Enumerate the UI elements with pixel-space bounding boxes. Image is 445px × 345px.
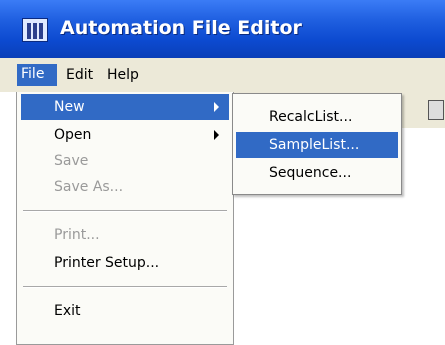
title-bar: Automation File Editor <box>0 0 445 58</box>
menu-item-new[interactable]: New <box>21 94 229 120</box>
menu-item-label: Print... <box>54 227 100 243</box>
menu-item-label: Open <box>54 127 92 143</box>
submenu-item-sequence[interactable]: Sequence... <box>236 160 398 186</box>
menu-item-label: Exit <box>54 303 81 319</box>
menu-item-label: Printer Setup... <box>54 255 160 271</box>
menu-help[interactable]: Help <box>107 65 139 85</box>
menu-item-exit[interactable]: Exit <box>21 298 229 324</box>
submenu-arrow-icon <box>214 130 219 140</box>
window-title: Automation File Editor <box>60 17 302 39</box>
menu-item-label: SampleList... <box>269 137 360 153</box>
menu-item-label: Save <box>54 153 89 169</box>
menu-item-save[interactable]: Save <box>21 148 229 174</box>
menu-item-label: RecalcList... <box>269 109 353 125</box>
menu-item-label: Sequence... <box>269 165 352 181</box>
menu-item-open[interactable]: Open <box>21 122 229 148</box>
toolbar-button[interactable] <box>428 100 444 120</box>
menu-file[interactable]: File <box>17 64 57 86</box>
submenu-item-recalclist[interactable]: RecalcList... <box>236 104 398 130</box>
menu-item-label: New <box>54 99 85 115</box>
menu-separator <box>23 210 227 212</box>
submenu-arrow-icon <box>214 102 219 112</box>
file-dropdown-menu: New Open Save Save As... Print... Printe… <box>16 92 234 345</box>
menu-separator <box>23 286 227 288</box>
menu-item-save-as[interactable]: Save As... <box>21 174 229 200</box>
submenu-item-samplelist[interactable]: SampleList... <box>236 132 398 158</box>
menu-item-print[interactable]: Print... <box>21 222 229 248</box>
menu-edit[interactable]: Edit <box>66 65 93 85</box>
menu-bar: File Edit Help <box>0 58 445 92</box>
menu-item-label: Save As... <box>54 179 124 195</box>
new-submenu: RecalcList... SampleList... Sequence... <box>232 93 402 195</box>
app-icon <box>22 18 48 42</box>
menu-item-printer-setup[interactable]: Printer Setup... <box>21 250 229 276</box>
